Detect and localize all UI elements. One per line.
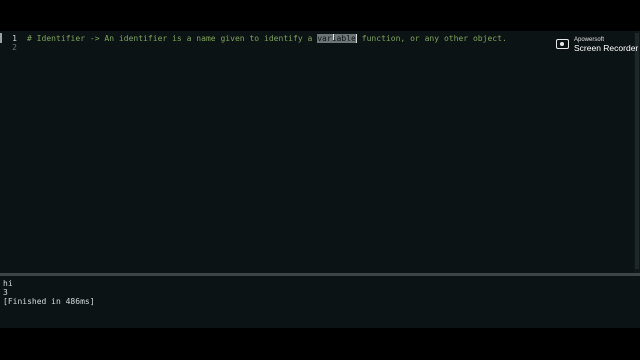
mouse-ibeam-cursor <box>333 34 334 40</box>
output-line-3: [Finished in 486ms] <box>3 297 95 306</box>
build-output-panel[interactable]: hi 3 [Finished in 486ms] <box>0 276 640 328</box>
line-number-1: 1 <box>12 34 17 43</box>
code-editor[interactable]: 1 2 # Identifier -> An identifier is a n… <box>0 31 640 273</box>
code-text-area[interactable]: # Identifier -> An identifier is a name … <box>27 31 630 273</box>
output-line-2: 3 <box>3 288 8 297</box>
code-line-1[interactable]: # Identifier -> An identifier is a name … <box>27 34 507 43</box>
camera-icon <box>556 39 569 49</box>
recorder-watermark: Apowersoft Screen Recorder <box>556 37 638 55</box>
output-line-1: hi <box>3 279 13 288</box>
editor-scrollbar-thumb[interactable] <box>635 33 639 269</box>
line-number-2: 2 <box>12 43 17 52</box>
screen-recording-frame: 1 2 # Identifier -> An identifier is a n… <box>0 0 640 360</box>
comment-text-rest: function, or any other object. <box>356 34 507 43</box>
comment-text: # Identifier -> An identifier is a name … <box>27 34 318 43</box>
line-number-gutter: 1 2 <box>0 31 20 273</box>
editor-scrollbar[interactable] <box>634 31 640 273</box>
watermark-product: Screen Recorder <box>574 43 639 53</box>
selected-word: variable <box>317 34 356 43</box>
